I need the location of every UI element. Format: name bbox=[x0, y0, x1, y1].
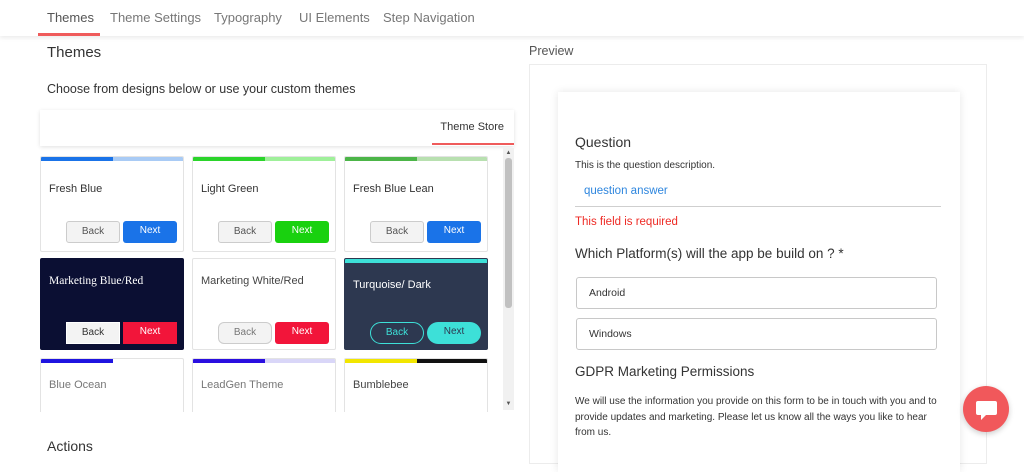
theme-grid: Fresh Blue Back Next Light Green Back Ne… bbox=[40, 148, 514, 412]
theme-card-light-green[interactable]: Light Green Back Next bbox=[192, 156, 336, 252]
question-answer-input[interactable]: question answer bbox=[584, 185, 668, 197]
theme-name: Bumblebee bbox=[353, 379, 409, 391]
back-button[interactable]: Back bbox=[66, 322, 120, 344]
preview-label: Preview bbox=[529, 44, 574, 58]
theme-card-turquoise-dark[interactable]: Turquoise/ Dark Back Next bbox=[344, 258, 488, 350]
theme-store-bar: Theme Store bbox=[40, 110, 514, 146]
tab-typography[interactable]: Typography bbox=[214, 10, 282, 25]
theme-card-blue-ocean[interactable]: Blue Ocean bbox=[40, 358, 184, 412]
theme-card-fresh-blue-lean[interactable]: Fresh Blue Lean Back Next bbox=[344, 156, 488, 252]
next-button[interactable]: Next bbox=[275, 322, 329, 344]
theme-store-tab-indicator bbox=[432, 143, 514, 145]
next-button[interactable]: Next bbox=[427, 221, 481, 243]
theme-name: Marketing White/Red bbox=[201, 275, 304, 287]
chat-button[interactable] bbox=[963, 386, 1009, 432]
theme-stripe-light bbox=[265, 359, 335, 363]
theme-card-bumblebee[interactable]: Bumblebee bbox=[344, 358, 488, 412]
answer-underline bbox=[575, 206, 941, 207]
theme-stripe bbox=[41, 157, 113, 161]
gdpr-title: GDPR Marketing Permissions bbox=[575, 364, 755, 379]
back-button[interactable]: Back bbox=[66, 221, 120, 243]
themes-heading: Themes bbox=[47, 44, 102, 61]
theme-stripe bbox=[193, 359, 265, 363]
scroll-down-arrow-icon[interactable]: ▼ bbox=[504, 400, 513, 409]
next-button[interactable]: Next bbox=[427, 322, 481, 344]
theme-stripe bbox=[193, 157, 265, 161]
back-button[interactable]: Back bbox=[218, 221, 272, 243]
scrollbar-thumb[interactable] bbox=[505, 158, 512, 308]
theme-stripe-light bbox=[265, 157, 335, 161]
scroll-up-arrow-icon[interactable]: ▲ bbox=[504, 149, 513, 158]
theme-name: Light Green bbox=[201, 183, 259, 195]
chat-bubble-icon bbox=[976, 401, 997, 420]
theme-card-marketing-white-red[interactable]: Marketing White/Red Back Next bbox=[192, 258, 336, 350]
themes-subtitle: Choose from designs below or use your cu… bbox=[47, 82, 356, 96]
gdpr-text: We will use the information you provide … bbox=[575, 396, 937, 438]
tab-theme-settings[interactable]: Theme Settings bbox=[110, 10, 201, 25]
back-button[interactable]: Back bbox=[370, 322, 424, 344]
theme-card-marketing-blue-red[interactable]: Marketing Blue/Red Back Next bbox=[40, 258, 184, 350]
question-description: This is the question description. bbox=[575, 160, 716, 171]
required-error-message: This field is required bbox=[575, 216, 678, 228]
theme-grid-scrollbar[interactable]: ▲ ▼ bbox=[503, 148, 514, 410]
theme-stripe bbox=[345, 359, 417, 363]
tab-theme-store[interactable]: Theme Store bbox=[440, 121, 504, 133]
theme-card-fresh-blue[interactable]: Fresh Blue Back Next bbox=[40, 156, 184, 252]
theme-card-leadgen[interactable]: LeadGen Theme bbox=[192, 358, 336, 412]
next-button[interactable]: Next bbox=[275, 221, 329, 243]
theme-name: Fresh Blue Lean bbox=[353, 183, 434, 195]
tab-ui-elements[interactable]: UI Elements bbox=[299, 10, 370, 25]
theme-stripe-dark bbox=[417, 359, 487, 363]
option-android[interactable]: Android bbox=[576, 277, 937, 309]
actions-heading: Actions bbox=[47, 438, 93, 454]
theme-name: LeadGen Theme bbox=[201, 379, 284, 391]
next-button[interactable]: Next bbox=[123, 322, 177, 344]
next-button[interactable]: Next bbox=[123, 221, 177, 243]
theme-stripe-light bbox=[417, 157, 487, 161]
theme-name: Blue Ocean bbox=[49, 379, 107, 391]
tab-step-navigation[interactable]: Step Navigation bbox=[383, 10, 475, 25]
back-button[interactable]: Back bbox=[218, 322, 272, 344]
theme-name: Fresh Blue bbox=[49, 183, 103, 195]
platform-question-title: Which Platform(s) will the app be build … bbox=[575, 246, 844, 261]
theme-name: Marketing Blue/Red bbox=[49, 275, 144, 287]
back-button[interactable]: Back bbox=[370, 221, 424, 243]
theme-name: Turquoise/ Dark bbox=[353, 279, 431, 291]
active-tab-indicator bbox=[38, 33, 100, 36]
theme-stripe-light bbox=[113, 157, 183, 161]
theme-stripe bbox=[345, 259, 487, 263]
top-navigation: Themes Theme Settings Typography UI Elem… bbox=[0, 0, 1024, 36]
theme-stripe bbox=[345, 157, 417, 161]
question-title: Question bbox=[575, 134, 632, 150]
tab-themes[interactable]: Themes bbox=[47, 10, 94, 25]
theme-stripe bbox=[41, 359, 113, 363]
option-windows[interactable]: Windows bbox=[576, 318, 937, 350]
